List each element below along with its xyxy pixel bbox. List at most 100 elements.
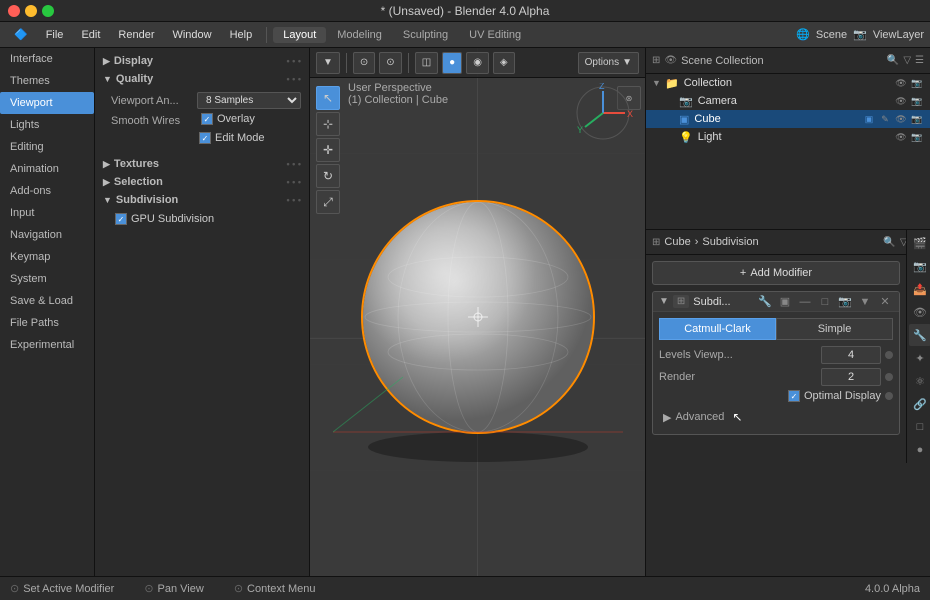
sidebar-item-themes[interactable]: Themes [0,70,94,92]
tree-item-cube[interactable]: ▣ Cube ▣ ✎ 👁 📷 [646,110,930,128]
tree-item-collection[interactable]: ▼ 📁 Collection 👁 📷 [646,74,930,92]
menu-window[interactable]: Window [164,27,219,43]
levels-render-value[interactable]: 2 [821,368,881,386]
viewport-render-button[interactable]: ◈ [493,52,515,74]
section-textures[interactable]: ▶ Textures • • • [95,155,309,173]
catmull-clark-button[interactable]: Catmull-Clark [659,318,776,340]
axis-gizmo[interactable]: X Z Y [573,83,633,143]
simple-button[interactable]: Simple [776,318,893,340]
prop-icon-render[interactable]: 📷 [909,255,930,277]
optimal-display-checkbox[interactable]: ✓ [788,390,800,402]
sidebar-item-viewport[interactable]: Viewport [0,92,94,114]
cube-camera-icon[interactable]: 📷 [910,112,924,126]
cube-eye-icon[interactable]: 👁 [894,112,908,126]
viewport-mode-button[interactable]: ▼ [316,52,340,74]
section-subdivision[interactable]: ▼ Subdivision • • • [95,191,309,209]
menu-help[interactable]: Help [222,27,261,43]
tab-layout[interactable]: Layout [273,27,326,43]
tab-sculpting[interactable]: Sculpting [393,27,458,43]
viewport-xray-button[interactable]: ◫ [415,52,438,74]
prop-search-icon[interactable]: 🔍 [883,237,895,248]
menu-edit[interactable]: Edit [73,27,108,43]
sidebar-item-experimental[interactable]: Experimental [0,334,94,356]
outliner-options-icon[interactable]: ☰ [915,55,924,66]
tool-cursor[interactable]: ⊹ [316,112,340,136]
mod-face-icon[interactable]: □ [817,296,833,308]
tab-uv-editing[interactable]: UV Editing [459,27,531,43]
prop-icon-view[interactable]: 👁 [909,301,930,323]
tool-select[interactable]: ↖ [316,86,340,110]
gpu-subdivision-checkbox[interactable]: ✓ [115,213,127,225]
viewport-3d[interactable]: ▼ ⊙ ⊙ ◫ ● ◉ ◈ Options ▼ ↖ ⊹ ✛ ↻ ⤢ ⊛ User… [310,48,645,576]
mod-name[interactable]: Subdi... [693,296,753,308]
prop-icon-modifier[interactable]: 🔧 [909,324,930,346]
tree-item-camera[interactable]: 📷 Camera 👁 📷 [646,92,930,110]
prop-icon-scene[interactable]: 🎬 [909,232,930,254]
viewport-material-button[interactable]: ◉ [466,52,489,74]
view-layer-name[interactable]: ViewLayer [873,29,924,41]
mod-wrench-icon[interactable]: 🔧 [757,295,773,308]
sidebar-item-lights[interactable]: Lights [0,114,94,136]
minimize-button[interactable] [25,5,37,17]
sidebar-item-animation[interactable]: Animation [0,158,94,180]
sidebar-item-saveload[interactable]: Save & Load [0,290,94,312]
collection-eye-icon[interactable]: 👁 [894,76,908,90]
light-camera-icon[interactable]: 📷 [910,130,924,144]
sidebar-item-system[interactable]: System [0,268,94,290]
menu-blender[interactable]: 🔷 [6,26,36,43]
outliner-filter-icon[interactable]: ▽ [903,55,911,66]
viewport-toolbar: ▼ ⊙ ⊙ ◫ ● ◉ ◈ Options ▼ [310,48,645,78]
tool-move[interactable]: ✛ [316,138,340,162]
sidebar-item-editing[interactable]: Editing [0,136,94,158]
window-controls[interactable] [8,5,54,17]
prop-icon-constraints[interactable]: 🔗 [909,393,930,415]
sidebar-item-input[interactable]: Input [0,202,94,224]
viewport-shading-button[interactable]: ⊙ [353,52,375,74]
prop-icon-material[interactable]: ● [909,439,930,461]
cube-mesh-icon[interactable]: ▣ [862,112,876,126]
add-modifier-button[interactable]: + Add Modifier [652,261,900,285]
menu-file[interactable]: File [38,27,72,43]
section-display[interactable]: ▶ Display • • • [95,52,309,70]
viewport-solid-button[interactable]: ● [442,52,462,74]
mod-expand-icon[interactable]: ▼ [659,296,669,307]
sidebar-item-navigation[interactable]: Navigation [0,224,94,246]
tool-rotate[interactable]: ↻ [316,164,340,188]
cube-edit-icon[interactable]: ✎ [878,112,892,126]
advanced-section[interactable]: ▶ Advanced ↖ [659,406,893,428]
mod-camera-icon[interactable]: 📷 [837,295,853,308]
sidebar-item-keymap[interactable]: Keymap [0,246,94,268]
camera-camera-icon[interactable]: 📷 [910,94,924,108]
viewport-overlay-button[interactable]: ⊙ [379,52,401,74]
section-quality[interactable]: ▼ Quality • • • [95,70,309,88]
light-eye-icon[interactable]: 👁 [894,130,908,144]
viewport-options-button[interactable]: Options ▼ [578,52,639,74]
sidebar-item-interface[interactable]: Interface [0,48,94,70]
collection-camera-icon[interactable]: 📷 [910,76,924,90]
scene-name[interactable]: Scene [816,29,847,41]
tool-scale[interactable]: ⤢ [316,190,340,214]
mod-edge-icon[interactable]: — [797,296,813,308]
viewport-antialias-select[interactable]: 8 Samples 4 Samples 16 Samples [197,92,301,109]
sidebar-item-addons[interactable]: Add-ons [0,180,94,202]
sidebar-item-filepaths[interactable]: File Paths [0,312,94,334]
mod-vertex-icon[interactable]: ▣ [777,295,793,308]
camera-eye-icon[interactable]: 👁 [894,94,908,108]
mod-close-icon[interactable]: ✕ [877,295,893,308]
tree-item-light[interactable]: 💡 Light 👁 📷 [646,128,930,146]
mod-chevron-icon[interactable]: ▼ [857,296,873,308]
close-button[interactable] [8,5,20,17]
prop-icon-particles[interactable]: ✦ [909,347,930,369]
prop-icon-physics[interactable]: ⚛ [909,370,930,392]
outliner-search-icon[interactable]: 🔍 [887,55,899,66]
tab-modeling[interactable]: Modeling [327,27,392,43]
levels-render-row: Render 2 [659,368,893,386]
prop-icon-object[interactable]: □ [909,416,930,438]
editmode-checkbox[interactable]: ✓ [199,132,211,144]
prop-icon-output[interactable]: 📤 [909,278,930,300]
overlay-checkbox[interactable]: ✓ [201,113,213,125]
section-selection[interactable]: ▶ Selection • • • [95,173,309,191]
levels-viewport-value[interactable]: 4 [821,346,881,364]
maximize-button[interactable] [42,5,54,17]
menu-render[interactable]: Render [110,27,162,43]
